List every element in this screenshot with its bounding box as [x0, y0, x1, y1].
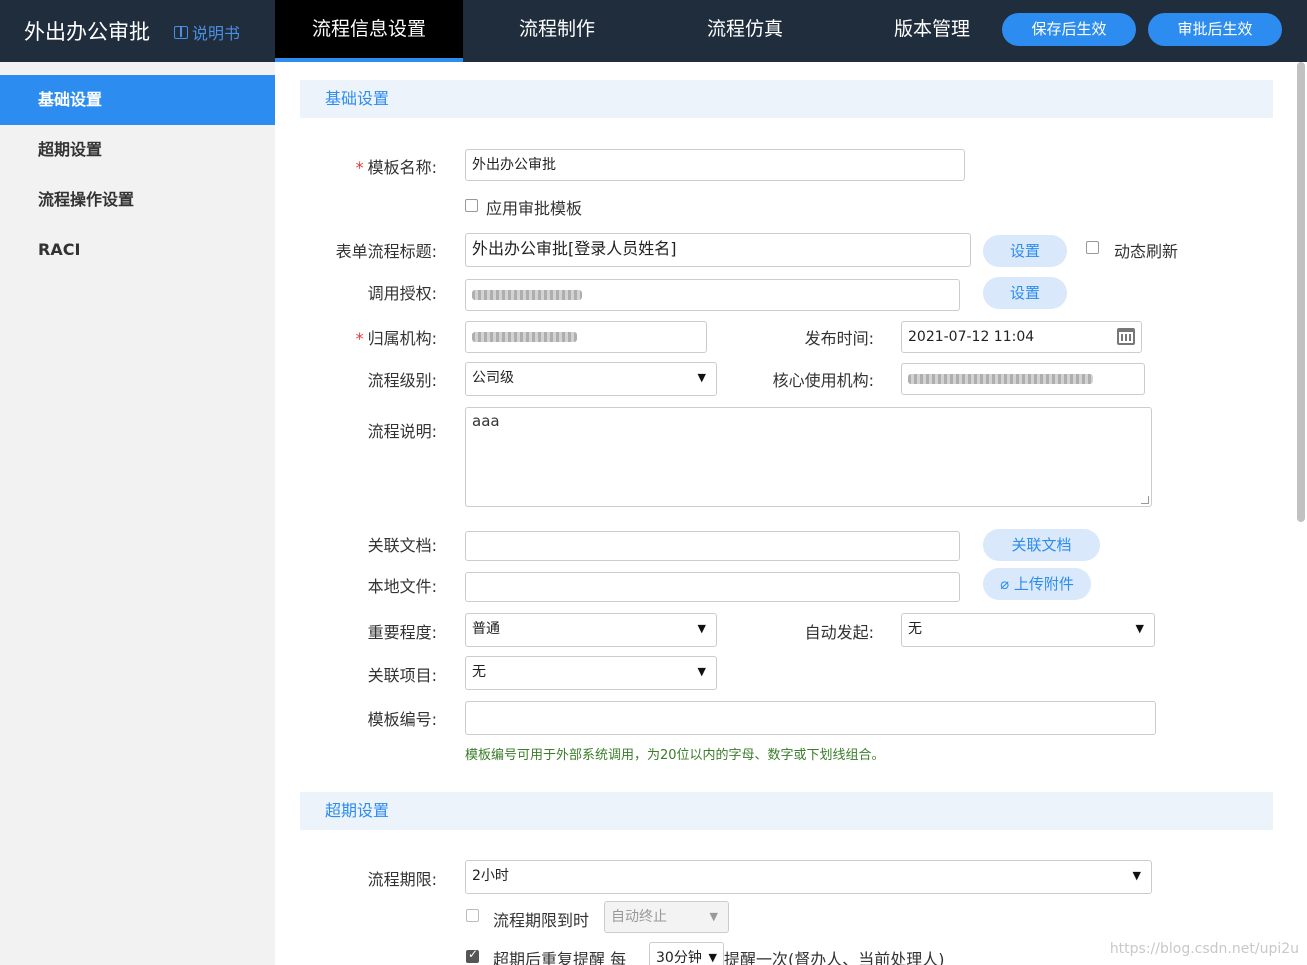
publish-time-label: 发布时间: — [804, 329, 874, 348]
importance-select[interactable]: 普通 ▼ — [465, 613, 717, 647]
deadline-select[interactable]: 2小时 ▼ — [465, 860, 1152, 894]
related-project-label: 关联项目: — [367, 666, 437, 685]
importance-value: 普通 — [472, 621, 500, 637]
template-name-label: * 模板名称: — [355, 158, 437, 177]
caret-down-icon: ▼ — [1135, 622, 1144, 635]
tab-version-management[interactable]: 版本管理 — [839, 0, 1025, 62]
form-title-label: 表单流程标题: — [335, 242, 437, 261]
caret-down-icon: ▼ — [697, 371, 706, 384]
publish-time-value: 2021-07-12 11:04 — [908, 329, 1035, 345]
tab-process-design[interactable]: 流程制作 — [463, 0, 651, 62]
caret-down-icon: ▼ — [708, 951, 717, 964]
level-select[interactable]: 公司级 ▼ — [465, 362, 717, 396]
related-project-value: 无 — [472, 664, 486, 680]
top-bar: 外出办公审批 说明书 流程信息设置 流程制作 流程仿真 版本管理 保存后生效 审… — [0, 0, 1307, 62]
vertical-scrollbar[interactable] — [1297, 62, 1305, 522]
deadline-reached-checkbox[interactable] — [466, 909, 479, 922]
org-label: * 归属机构: — [355, 329, 437, 348]
approve-effective-button[interactable]: 审批后生效 — [1148, 13, 1282, 46]
description-label: 流程说明: — [367, 422, 437, 441]
auto-start-value: 无 — [908, 621, 922, 637]
description-textarea[interactable]: aaa — [465, 407, 1152, 507]
repeat-interval-value: 30分钟 — [656, 950, 702, 965]
apply-template-label: 应用审批模板 — [486, 199, 583, 218]
apply-template-checkbox[interactable] — [465, 199, 478, 212]
section-overdue-header: 超期设置 — [300, 792, 1273, 830]
form-title-input[interactable]: 外出办公审批[登录人员姓名] — [465, 233, 971, 267]
app-title: 外出办公审批 — [24, 20, 150, 44]
related-doc-button[interactable]: 关联文档 — [983, 529, 1100, 561]
deadline-value: 2小时 — [472, 868, 509, 884]
save-effective-button[interactable]: 保存后生效 — [1002, 13, 1136, 46]
redacted-value — [908, 374, 1093, 384]
manual-link[interactable]: 说明书 — [174, 20, 240, 44]
watermark: https://blog.csdn.net/upi2u — [1109, 941, 1299, 957]
importance-label: 重要程度: — [367, 623, 437, 642]
auto-start-label: 自动发起: — [804, 623, 874, 642]
upload-label: 上传附件 — [1013, 575, 1074, 593]
template-code-hint: 模板编号可用于外部系统调用，为20位以内的字母、数字或下划线组合。 — [465, 748, 885, 763]
caret-down-icon: ▼ — [709, 910, 718, 923]
sidebar: 基础设置 超期设置 流程操作设置 RACI — [0, 62, 275, 965]
deadline-action-select[interactable]: 自动终止 ▼ — [604, 901, 729, 933]
template-name-input[interactable]: 外出办公审批 — [465, 149, 965, 181]
section-basic-header: 基础设置 — [300, 80, 1273, 118]
form-title-set-button[interactable]: 设置 — [983, 235, 1067, 267]
tab-process-info[interactable]: 流程信息设置 — [275, 0, 463, 62]
repeat-interval-select[interactable]: 30分钟 ▼ — [649, 942, 724, 965]
org-input[interactable] — [465, 321, 707, 353]
local-file-input[interactable] — [465, 572, 960, 602]
repeat-reminder-checkbox[interactable] — [466, 947, 479, 963]
dynamic-refresh-label: 动态刷新 — [1114, 242, 1179, 261]
tab-process-simulation[interactable]: 流程仿真 — [651, 0, 839, 62]
caret-down-icon: ▼ — [1132, 869, 1141, 882]
repeat-reminder-suffix: 提醒一次(督办人、当前处理人) — [724, 950, 945, 965]
authorization-label: 调用授权: — [367, 284, 437, 303]
publish-time-input[interactable]: 2021-07-12 11:04 — [901, 321, 1142, 353]
caret-down-icon: ▼ — [697, 665, 706, 678]
related-doc-label: 关联文档: — [367, 536, 437, 555]
book-icon — [174, 25, 188, 39]
sidebar-item-basic[interactable]: 基础设置 — [0, 75, 275, 125]
related-doc-input[interactable] — [465, 531, 960, 561]
deadline-action-value: 自动终止 — [611, 909, 667, 925]
deadline-reached-label: 流程期限到时 — [493, 911, 590, 930]
template-code-input[interactable] — [465, 701, 1156, 735]
level-value: 公司级 — [472, 370, 514, 386]
sidebar-item-raci[interactable]: RACI — [0, 225, 275, 275]
dynamic-refresh-checkbox[interactable] — [1086, 241, 1099, 254]
redacted-value — [472, 332, 577, 342]
redacted-value — [472, 290, 582, 300]
core-org-input[interactable] — [901, 363, 1145, 395]
paperclip-icon: ⌀ — [1000, 575, 1010, 593]
auto-start-select[interactable]: 无 ▼ — [901, 613, 1155, 647]
upload-attachment-button[interactable]: ⌀ 上传附件 — [983, 568, 1091, 600]
caret-down-icon: ▼ — [697, 622, 706, 635]
deadline-label: 流程期限: — [367, 870, 437, 889]
template-code-label: 模板编号: — [367, 710, 437, 729]
resize-grip-icon[interactable] — [1141, 496, 1149, 504]
repeat-reminder-prefix: 超期后重复提醒 每 — [493, 950, 627, 965]
manual-label: 说明书 — [192, 24, 241, 43]
core-org-label: 核心使用机构: — [772, 371, 874, 390]
sidebar-item-overdue[interactable]: 超期设置 — [0, 125, 275, 175]
level-label: 流程级别: — [367, 371, 437, 390]
related-project-select[interactable]: 无 ▼ — [465, 656, 717, 690]
calendar-icon[interactable] — [1117, 328, 1135, 345]
authorization-input[interactable] — [465, 279, 960, 311]
description-value: aaa — [472, 412, 500, 430]
local-file-label: 本地文件: — [367, 577, 437, 596]
authorization-set-button[interactable]: 设置 — [983, 277, 1067, 309]
sidebar-item-operations[interactable]: 流程操作设置 — [0, 175, 275, 225]
